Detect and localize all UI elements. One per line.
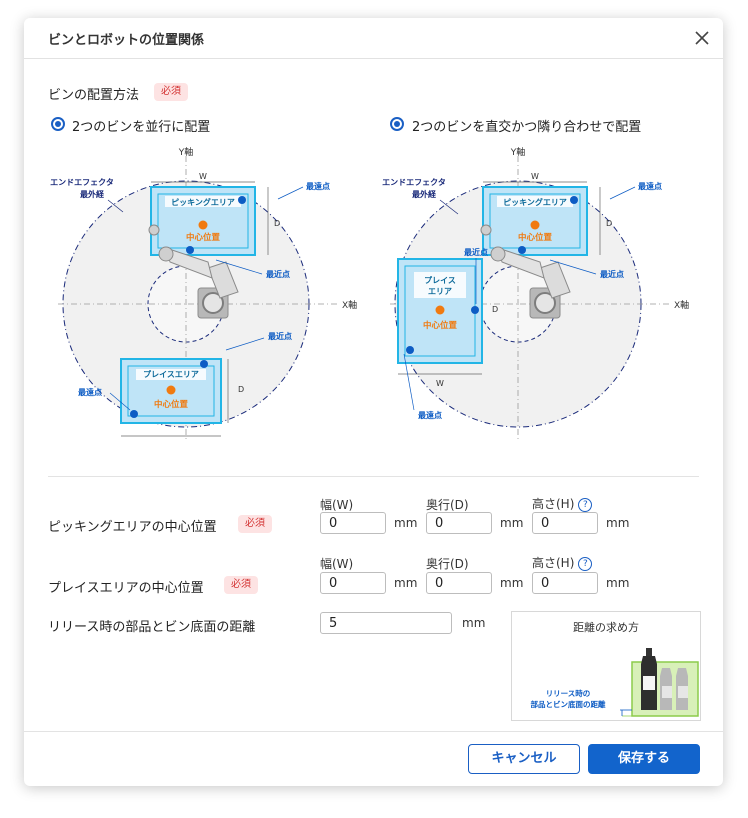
place-d-label: D <box>238 385 244 394</box>
col-height-label: 高さ(H) <box>532 556 575 570</box>
how-to-caption-2: 部品とビン底面の距離 <box>531 699 606 709</box>
parallel-diagram: Y軸 X軸 ピッキングエリア 中心位置 W D プレイスエリア 中心位置 W <box>50 146 357 442</box>
picking-w-label: W <box>531 172 539 181</box>
release-distance-input[interactable] <box>320 612 452 634</box>
release-unit: mm <box>462 616 486 630</box>
bottle-illustration: リリース時の 部品とビン底面の距離 <box>531 648 699 717</box>
place-depth-input[interactable] <box>426 572 492 594</box>
close-icon[interactable] <box>693 29 711 47</box>
picking-depth-input[interactable] <box>426 512 492 534</box>
place-farthest-dot <box>130 410 138 418</box>
picking-area-label: ピッキングエリア <box>171 197 235 207</box>
required-badge: 必須 <box>224 576 258 594</box>
picking-center-label: 中心位置 <box>186 232 221 243</box>
nearest-label-top: 最近点 <box>600 269 624 279</box>
nearest-label-top: 最近点 <box>266 269 290 279</box>
required-badge: 必須 <box>154 83 188 101</box>
required-badge: 必須 <box>238 515 272 533</box>
farthest-label-top: 最遠点 <box>638 181 662 191</box>
placement-label: ビンの配置方法 <box>48 88 140 103</box>
nearest-label-bottom: 最近点 <box>268 331 292 341</box>
unit-label: mm <box>500 516 524 530</box>
unit-label: mm <box>500 576 524 590</box>
radio-parallel[interactable] <box>51 117 65 131</box>
picking-farthest-dot <box>238 196 246 204</box>
dialog-title: ビンとロボットの位置関係 <box>48 33 205 48</box>
dialog-header: ビンとロボットの位置関係 <box>24 18 723 59</box>
place-center-label: 中心位置 <box>154 399 189 410</box>
section-divider <box>48 476 699 477</box>
farthest-label-bottom: 最遠点 <box>418 410 442 420</box>
place-farthest-dot <box>406 346 414 354</box>
place-area-label: プレイスエリア <box>143 369 199 379</box>
picking-area-label: ピッキングエリア <box>503 197 567 207</box>
col-height: 高さ(H)? <box>532 554 593 571</box>
option-parallel-label[interactable]: 2つのビンを並行に配置 <box>72 116 210 135</box>
farthest-label-top: 最遠点 <box>306 181 330 191</box>
nearest-label-place: 最近点 <box>464 247 488 257</box>
place-nearest-dot <box>471 306 479 314</box>
unit-label: mm <box>394 576 418 590</box>
col-width: 幅(W) <box>320 557 354 571</box>
picking-w-label: W <box>199 172 207 181</box>
end-effector-label-1: エンドエフェクタ <box>382 177 446 187</box>
picking-height-input[interactable] <box>532 512 598 534</box>
y-axis-label: Y軸 <box>510 146 526 158</box>
how-to-title: 距離の求め方 <box>573 621 639 634</box>
place-center-dot <box>435 305 445 315</box>
picking-width-input[interactable] <box>320 512 386 534</box>
dialog: ビンとロボットの位置関係 ビンの配置方法 必須 2つのビンを並行に配置 2つのビ… <box>24 18 723 786</box>
place-center-dot <box>166 385 176 395</box>
place-width-input[interactable] <box>320 572 386 594</box>
how-to-panel: 距離の求め方 リリース時の 部品とビン底面の距離 <box>511 611 701 721</box>
unit-label: mm <box>394 516 418 530</box>
place-d-label: D <box>492 305 498 314</box>
place-area-label-2: エリア <box>428 287 452 296</box>
end-effector-label-2: 最外経 <box>80 189 105 199</box>
option-orthogonal-label[interactable]: 2つのビンを直交かつ隣り合わせで配置 <box>412 116 641 135</box>
cancel-button[interactable]: キャンセル <box>468 744 580 774</box>
x-axis-label: X軸 <box>342 299 357 311</box>
farthest-label-bottom: 最遠点 <box>78 387 102 397</box>
picking-center-label: 中心位置 <box>518 232 553 243</box>
how-to-caption-1: リリース時の <box>546 688 591 698</box>
picking-center-label: ピッキングエリアの中心位置 <box>48 520 217 535</box>
picking-center-dot <box>530 220 540 230</box>
place-center-label: プレイスエリアの中心位置 <box>48 581 204 596</box>
unit-label: mm <box>606 576 630 590</box>
x-axis-label: X軸 <box>674 299 689 311</box>
help-icon[interactable]: ? <box>578 556 593 571</box>
orthogonal-diagram: Y軸 X軸 ピッキングエリア 中心位置 W D プレイス エリア 中心位置 W … <box>382 146 689 440</box>
help-icon[interactable]: ? <box>578 497 593 512</box>
end-effector-label-2: 最外経 <box>412 189 437 199</box>
release-label: リリース時の部品とビン底面の距離 <box>48 620 256 635</box>
col-height: 高さ(H)? <box>532 495 593 512</box>
place-area-label-1: プレイス <box>424 275 456 285</box>
picking-d-label: D <box>606 219 612 228</box>
picking-nearest-dot <box>186 246 194 254</box>
place-nearest-dot <box>200 360 208 368</box>
col-depth: 奥行(D) <box>426 557 469 571</box>
col-width: 幅(W) <box>320 498 354 512</box>
picking-nearest-dot <box>518 246 526 254</box>
y-axis-label: Y軸 <box>178 146 194 158</box>
end-effector-label-1: エンドエフェクタ <box>50 177 114 187</box>
picking-center-dot <box>198 220 208 230</box>
picking-d-label: D <box>274 219 280 228</box>
radio-orthogonal[interactable] <box>390 117 404 131</box>
picking-farthest-dot <box>570 196 578 204</box>
col-depth: 奥行(D) <box>426 498 469 512</box>
footer-divider <box>24 731 723 732</box>
save-button[interactable]: 保存する <box>588 744 700 774</box>
place-height-input[interactable] <box>532 572 598 594</box>
place-w-label: W <box>167 441 175 442</box>
place-w-label: W <box>436 379 444 388</box>
unit-label: mm <box>606 516 630 530</box>
place-center-label: 中心位置 <box>423 320 458 331</box>
col-height-label: 高さ(H) <box>532 497 575 511</box>
